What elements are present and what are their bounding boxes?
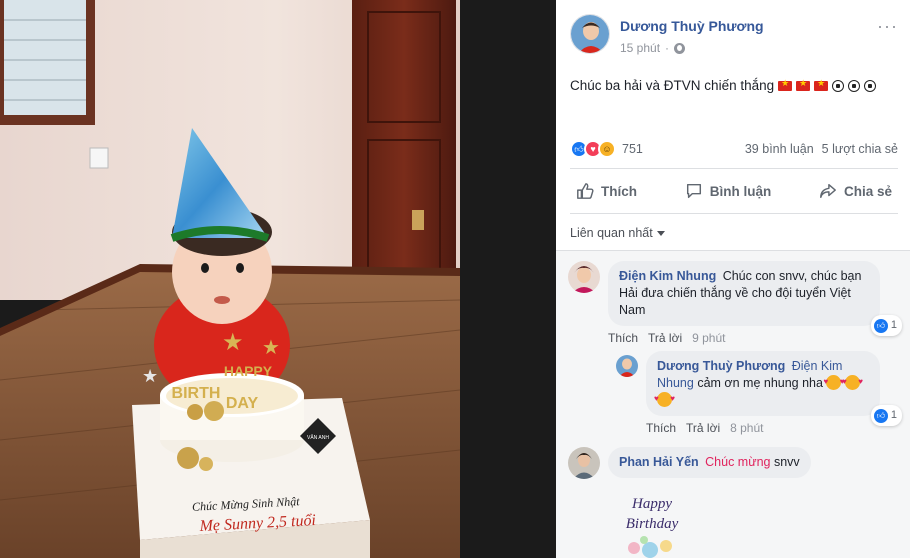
svg-text:★: ★: [262, 335, 280, 359]
comment-time[interactable]: 9 phút: [692, 331, 725, 345]
comment-like-number: 1: [890, 409, 897, 421]
comments-count[interactable]: 39 bình luận: [745, 142, 814, 156]
reaction-count[interactable]: 751: [622, 142, 643, 156]
soccer-ball-icon: [848, 79, 861, 92]
birthday-sticker: Happy Birthday: [614, 486, 690, 558]
svg-text:★: ★: [142, 366, 158, 387]
like-button[interactable]: Thích: [570, 182, 643, 200]
comment-text: snvv: [773, 455, 800, 469]
heart-eyes-emoji-icon: [842, 373, 863, 390]
comment-reply-link[interactable]: Trả lời: [648, 331, 682, 345]
comment-sort-label: Liên quan nhất: [570, 226, 653, 240]
more-options-icon[interactable]: ···: [877, 16, 898, 37]
comment-button[interactable]: Bình luận: [679, 182, 778, 200]
vietnam-flag-icon: [814, 78, 829, 91]
comment-bubble: Dương Thuỳ Phương Điện Kim Nhung cảm ơn …: [646, 351, 902, 426]
photo-canvas: ★ ★ ★ HAPPY BIRTH DAY VÂN ANH Chúc Mừng …: [0, 0, 556, 558]
comment-button-label: Bình luận: [709, 183, 772, 199]
shares-count[interactable]: 5 lượt chia sẻ: [822, 142, 898, 156]
post-header: Dương Thuỳ Phương 15 phút ·: [570, 14, 764, 55]
post-text: Chúc ba hải và ĐTVN chiến thắng: [570, 78, 877, 93]
commenter-name[interactable]: Điện Kim Nhung: [619, 269, 716, 283]
heart-eyes-emoji-icon: [823, 373, 844, 390]
heart-eyes-emoji-icon: [654, 390, 675, 407]
vietnam-flag-icon: [796, 78, 811, 91]
soccer-ball-icon: [832, 79, 845, 92]
haha-reaction-icon: ☺: [598, 140, 616, 158]
cake-badge-text: VÂN ANH: [307, 434, 329, 441]
comment-bubble: Phan Hải Yến Chúc mừng snvv: [608, 447, 811, 478]
soccer-ball-icon: [864, 79, 877, 92]
sticker-line-1: Happy: [631, 496, 672, 512]
comment-bubble: Điện Kim Nhung Chúc con snvv, chúc bạn H…: [608, 261, 902, 336]
comment-like-link[interactable]: Thích: [646, 421, 676, 435]
like-reaction-icon: 👍︎: [873, 408, 888, 423]
commenter-avatar[interactable]: [568, 261, 600, 293]
comment-item: Điện Kim Nhung Chúc con snvv, chúc bạn H…: [568, 261, 902, 345]
comment-like-count[interactable]: 👍︎ 1: [870, 405, 902, 426]
like-button-label: Thích: [601, 183, 637, 199]
post-timestamp[interactable]: 15 phút: [620, 41, 660, 55]
sticker-line-2: Birthday: [626, 516, 679, 532]
comment-highlight-text: Chúc mừng: [705, 455, 771, 469]
share-button-label: Chia sẻ: [843, 183, 892, 199]
commenter-avatar[interactable]: [568, 447, 600, 479]
post-text-content: Chúc ba hải và ĐTVN chiến thắng: [570, 78, 775, 93]
thumbs-up-icon: [577, 183, 594, 199]
replier-avatar[interactable]: [616, 355, 638, 377]
reactions-summary: 👍︎ ♥ ☺ 751 39 bình luận 5 lượt chia sẻ: [570, 140, 898, 158]
author-avatar[interactable]: [570, 14, 610, 54]
comment-like-number: 1: [890, 319, 897, 331]
comment-like-link[interactable]: Thích: [608, 331, 638, 345]
comments-list: Điện Kim Nhung Chúc con snvv, chúc bạn H…: [556, 250, 910, 558]
comment-sort-dropdown[interactable]: Liên quan nhất: [570, 226, 665, 240]
vietnam-flag-icon: [778, 78, 793, 91]
author-name[interactable]: Dương Thuỳ Phương: [620, 18, 764, 34]
share-button[interactable]: Chia sẻ: [813, 182, 898, 200]
cake-topper-line-1: HAPPY: [224, 363, 273, 379]
comment-text: cảm ơn mẹ nhung nha: [697, 376, 823, 390]
post-actions: Thích Bình luận Chia sẻ: [570, 168, 898, 214]
photo-viewer: ★ ★ ★ HAPPY BIRTH DAY VÂN ANH Chúc Mừng …: [0, 0, 910, 558]
commenter-name[interactable]: Phan Hải Yến: [619, 455, 699, 469]
post-photo[interactable]: ★ ★ ★ HAPPY BIRTH DAY VÂN ANH Chúc Mừng …: [0, 0, 556, 558]
svg-text:★: ★: [222, 328, 244, 356]
comment-reply-item: Dương Thuỳ Phương Điện Kim Nhung cảm ơn …: [616, 351, 902, 435]
comment-item: Phan Hải Yến Chúc mừng snvv Happy Birthd…: [568, 447, 811, 558]
post-panel: Dương Thuỳ Phương 15 phút · ··· Chúc ba …: [556, 0, 910, 558]
comment-reply-link[interactable]: Trả lời: [686, 421, 720, 435]
caret-down-icon: [656, 231, 665, 237]
globe-icon: [674, 42, 686, 54]
like-reaction-icon: 👍︎: [873, 318, 888, 333]
cake-topper-line-3: DAY: [226, 395, 259, 412]
share-arrow-icon: [820, 183, 836, 199]
reaction-icons[interactable]: 👍︎ ♥ ☺: [570, 140, 616, 158]
cake-topper-line-2: BIRTH: [172, 385, 221, 402]
comment-time[interactable]: 8 phút: [730, 421, 763, 435]
comment-like-count[interactable]: 👍︎ 1: [870, 315, 902, 336]
speech-bubble-icon: [686, 183, 701, 199]
commenter-name[interactable]: Dương Thuỳ Phương: [657, 359, 785, 373]
